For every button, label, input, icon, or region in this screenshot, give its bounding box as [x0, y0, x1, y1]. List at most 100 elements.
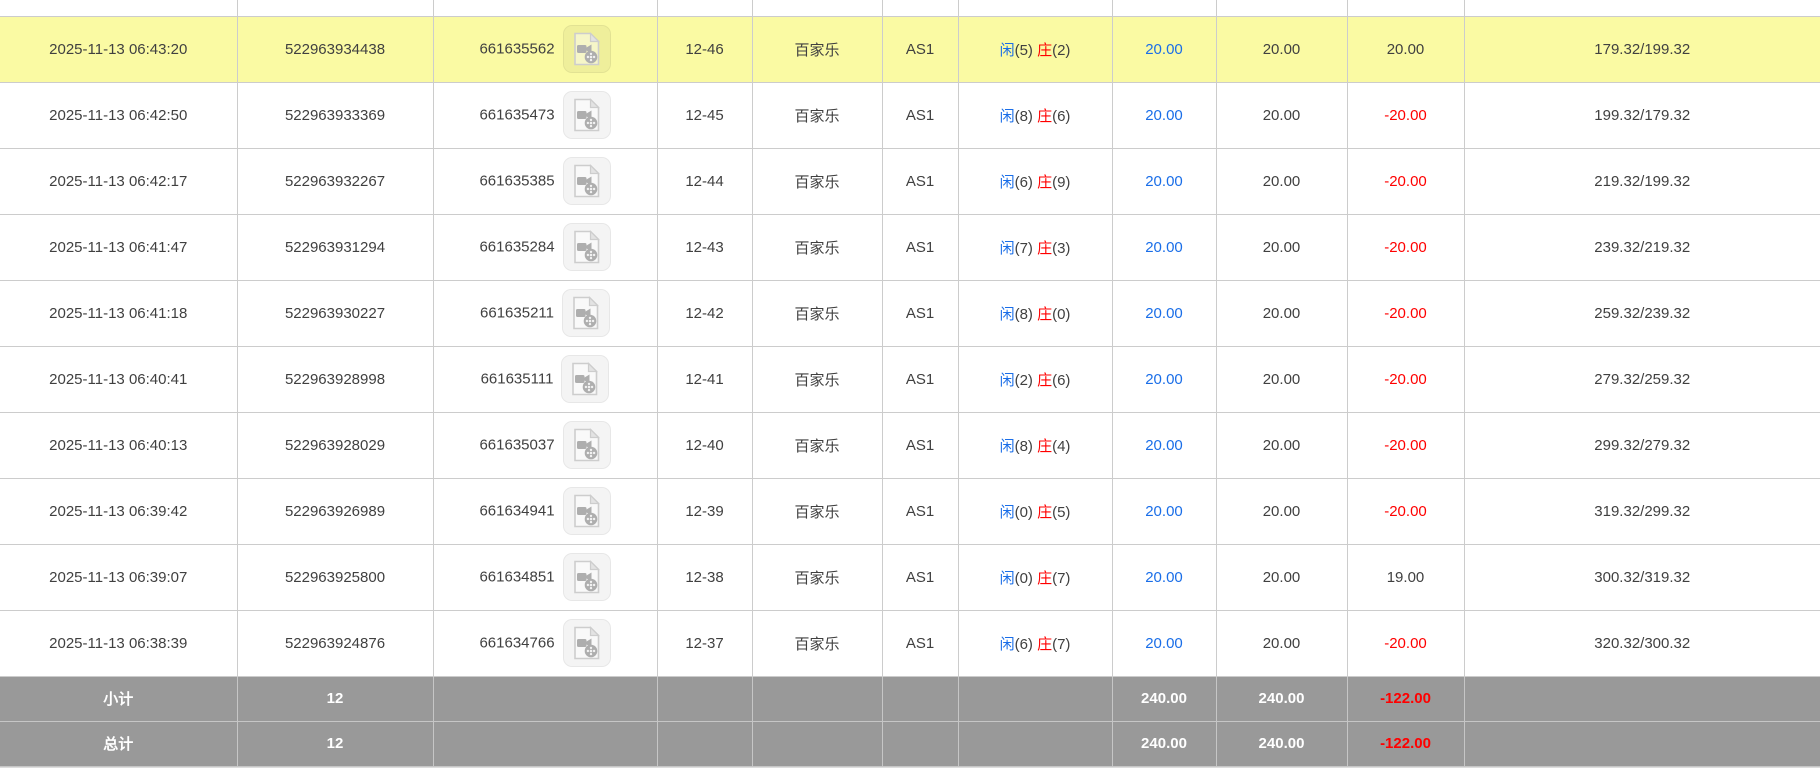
- cell-round: 12-40: [656, 411, 753, 479]
- table-row[interactable]: 2025-11-13 06:39:42 522963926989 661634941…: [0, 477, 1820, 545]
- player-label: 闲: [999, 173, 1015, 191]
- video-replay-icon[interactable]: [562, 553, 611, 601]
- cell-round: 12-38: [656, 543, 753, 611]
- table-row[interactable]: 2025-11-13 06:40:13 522963928029 661635037…: [0, 411, 1820, 479]
- player-label: 闲: [999, 635, 1015, 653]
- player-label: 闲: [999, 107, 1015, 125]
- cell-table-name: AS1: [881, 609, 959, 677]
- cell-bet-amount: 20.00: [1111, 345, 1217, 413]
- cell-result: 闲(8) 庄(6): [957, 81, 1113, 149]
- table-row[interactable]: 2025-11-13 06:41:47 522963931294 661635284…: [0, 213, 1820, 281]
- cell-winloss: -20.00: [1346, 477, 1465, 545]
- player-points: (6): [1014, 635, 1038, 653]
- video-replay-icon[interactable]: [562, 223, 611, 271]
- total-count: 12: [236, 720, 434, 767]
- bet-amount-link[interactable]: 20.00: [1145, 107, 1183, 124]
- video-replay-icon[interactable]: [562, 25, 611, 73]
- cell-game-id: 661635385: [432, 147, 658, 215]
- bet-amount-link[interactable]: 20.00: [1145, 569, 1183, 586]
- cell-balance: 300.32/319.32: [1463, 543, 1820, 611]
- video-replay-icon[interactable]: [561, 355, 610, 403]
- video-replay-icon[interactable]: [561, 289, 610, 337]
- cell-time: 2025-11-13 06:39:07: [0, 543, 238, 611]
- cell-result: 闲(2) 庄(6): [957, 345, 1113, 413]
- video-replay-icon[interactable]: [562, 487, 611, 535]
- bet-amount-link[interactable]: 20.00: [1145, 239, 1183, 256]
- bet-amount-link[interactable]: 20.00: [1145, 503, 1183, 520]
- video-replay-icon[interactable]: [562, 91, 611, 139]
- table-row[interactable]: 2025-11-13 06:38:39 522963924876 661634766…: [0, 609, 1820, 677]
- cell-balance: 299.32/279.32: [1463, 411, 1820, 479]
- cell-game-type: 百家乐: [751, 81, 883, 149]
- cell-balance: 319.32/299.32: [1463, 477, 1820, 545]
- cell-game-id: 661634941: [432, 477, 658, 545]
- cell-valid-amount: 20.00: [1215, 411, 1348, 479]
- banker-label: 庄: [1037, 41, 1053, 59]
- cell-winloss: 20.00: [1346, 15, 1465, 83]
- banker-points: (5): [1052, 503, 1071, 521]
- total-empty-cell: [881, 720, 959, 767]
- player-label: 闲: [999, 239, 1015, 257]
- player-points: (8): [1014, 305, 1038, 323]
- bet-amount-link[interactable]: 20.00: [1145, 173, 1183, 190]
- video-replay-icon[interactable]: [562, 619, 611, 667]
- cell-round: 12-42: [656, 279, 753, 347]
- player-points: (5): [1014, 41, 1038, 59]
- banker-points: (3): [1052, 239, 1071, 257]
- cell-bet-amount: 20.00: [1111, 147, 1217, 215]
- bet-amount-link[interactable]: 20.00: [1145, 371, 1183, 388]
- cell-game-type: 百家乐: [751, 15, 883, 83]
- bet-amount-link[interactable]: 20.00: [1145, 41, 1183, 58]
- table-row[interactable]: 2025-11-13 06:39:07 522963925800 661634851…: [0, 543, 1820, 611]
- table-row[interactable]: 2025-11-13 06:42:17 522963932267 661635385…: [0, 147, 1820, 215]
- cell-valid-amount: 20.00: [1215, 279, 1348, 347]
- cell-result: 闲(0) 庄(7): [957, 543, 1113, 611]
- cell-table-name: AS1: [881, 543, 959, 611]
- bet-amount-link[interactable]: 20.00: [1145, 635, 1183, 652]
- video-replay-icon[interactable]: [562, 421, 611, 469]
- total-empty-cell: [1463, 675, 1820, 722]
- cell-round: 12-46: [656, 15, 753, 83]
- cell-round: 12-43: [656, 213, 753, 281]
- banker-label: 庄: [1037, 437, 1053, 455]
- banker-label: 庄: [1037, 173, 1053, 191]
- banker-points: (0): [1052, 305, 1071, 323]
- total-winloss: -122.00: [1346, 720, 1465, 767]
- partial-cell: [1215, 0, 1348, 17]
- banker-points: (4): [1052, 437, 1071, 455]
- player-points: (8): [1014, 107, 1038, 125]
- cell-round: 12-45: [656, 81, 753, 149]
- cell-game-type: 百家乐: [751, 609, 883, 677]
- player-points: (6): [1014, 173, 1038, 191]
- cell-table-name: AS1: [881, 279, 959, 347]
- cell-valid-amount: 20.00: [1215, 213, 1348, 281]
- table-row[interactable]: 2025-11-13 06:41:18 522963930227 661635211…: [0, 279, 1820, 347]
- table-row[interactable]: 2025-11-13 06:40:41 522963928998 661635111…: [0, 345, 1820, 413]
- table-row[interactable]: 2025-11-13 06:42:50 522963933369 661635473…: [0, 81, 1820, 149]
- table-row[interactable]: 2025-11-13 06:43:20 522963934438 661635562…: [0, 15, 1820, 83]
- total-label: 小计: [0, 675, 238, 722]
- cell-game-type: 百家乐: [751, 213, 883, 281]
- total-empty-cell: [957, 720, 1113, 767]
- cell-time: 2025-11-13 06:42:50: [0, 81, 238, 149]
- partial-cell: [236, 0, 434, 17]
- banker-label: 庄: [1037, 239, 1053, 257]
- cell-table-name: AS1: [881, 81, 959, 149]
- cell-result: 闲(5) 庄(2): [957, 15, 1113, 83]
- cell-game-id: 661635473: [432, 81, 658, 149]
- cell-valid-amount: 20.00: [1215, 609, 1348, 677]
- cell-game-id: 661634766: [432, 609, 658, 677]
- cell-game-id: 661635111: [432, 345, 658, 413]
- bet-amount-link[interactable]: 20.00: [1145, 437, 1183, 454]
- cell-valid-amount: 20.00: [1215, 345, 1348, 413]
- cell-bet-id: 522963928998: [236, 345, 434, 413]
- bet-amount-link[interactable]: 20.00: [1145, 305, 1183, 322]
- cell-winloss: -20.00: [1346, 411, 1465, 479]
- total-empty-cell: [1463, 720, 1820, 767]
- video-replay-icon[interactable]: [562, 157, 611, 205]
- cell-round: 12-39: [656, 477, 753, 545]
- cell-valid-amount: 20.00: [1215, 15, 1348, 83]
- cell-game-type: 百家乐: [751, 477, 883, 545]
- game-id-number: 661635385: [479, 172, 555, 190]
- cell-result: 闲(6) 庄(9): [957, 147, 1113, 215]
